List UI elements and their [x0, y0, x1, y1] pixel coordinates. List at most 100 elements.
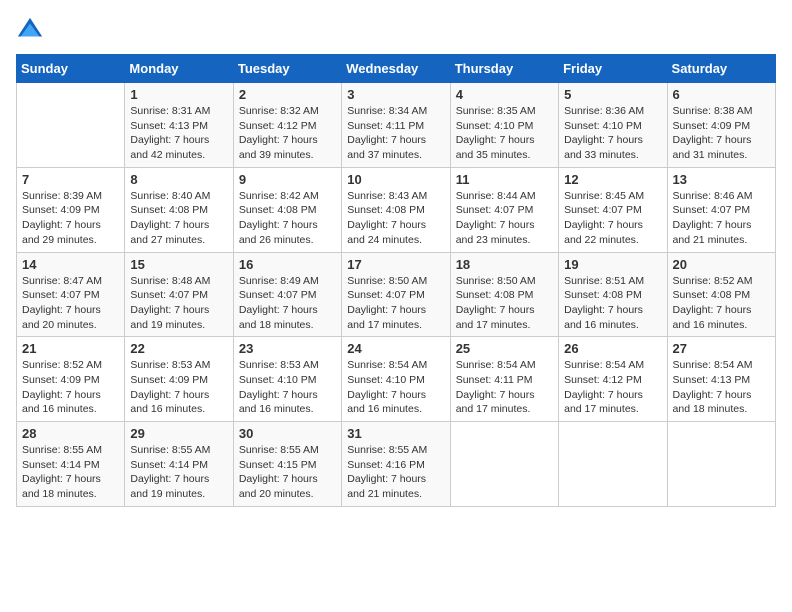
day-info: Sunrise: 8:50 AMSunset: 4:07 PMDaylight:… — [347, 274, 444, 333]
day-number: 7 — [22, 172, 119, 187]
day-info: Sunrise: 8:55 AMSunset: 4:14 PMDaylight:… — [22, 443, 119, 502]
day-info: Sunrise: 8:32 AMSunset: 4:12 PMDaylight:… — [239, 104, 336, 163]
calendar-cell: 12Sunrise: 8:45 AMSunset: 4:07 PMDayligh… — [559, 167, 667, 252]
day-number: 22 — [130, 341, 227, 356]
calendar-week-row: 28Sunrise: 8:55 AMSunset: 4:14 PMDayligh… — [17, 422, 776, 507]
calendar-cell: 11 Sunrise: 8:44 AMSunset: 4:07 PMDayligh… — [450, 167, 558, 252]
day-info: Sunrise: 8:40 AMSunset: 4:08 PMDaylight:… — [130, 189, 227, 248]
calendar-cell — [559, 422, 667, 507]
calendar-cell: 4Sunrise: 8:35 AMSunset: 4:10 PMDaylight… — [450, 83, 558, 168]
day-number: 8 — [130, 172, 227, 187]
calendar-cell: 7 Sunrise: 8:39 AMSunset: 4:09 PMDaylight… — [17, 167, 125, 252]
calendar-cell: 18 Sunrise: 8:50 AMSunset: 4:08 PMDayligh… — [450, 252, 558, 337]
calendar-cell — [667, 422, 775, 507]
calendar-week-row: 7 Sunrise: 8:39 AMSunset: 4:09 PMDaylight… — [17, 167, 776, 252]
day-number: 10 — [347, 172, 444, 187]
day-number: 14 — [22, 257, 119, 272]
day-info: Sunrise: 8:31 AMSunset: 4:13 PMDaylight:… — [130, 104, 227, 163]
day-info: Sunrise: 8:52 AMSunset: 4:08 PMDaylight:… — [673, 274, 770, 333]
day-info: Sunrise: 8:47 AMSunset: 4:07 PMDaylight:… — [22, 274, 119, 333]
calendar-week-row: 21 Sunrise: 8:52 AMSunset: 4:09 PMDayligh… — [17, 337, 776, 422]
calendar-cell: 28Sunrise: 8:55 AMSunset: 4:14 PMDayligh… — [17, 422, 125, 507]
calendar-cell: 13Sunrise: 8:46 AMSunset: 4:07 PMDayligh… — [667, 167, 775, 252]
calendar-cell: 3 Sunrise: 8:34 AMSunset: 4:11 PMDaylight… — [342, 83, 450, 168]
day-number: 25 — [456, 341, 553, 356]
day-info: Sunrise: 8:36 AMSunset: 4:10 PMDaylight:… — [564, 104, 661, 163]
column-header-saturday: Saturday — [667, 55, 775, 83]
day-number: 23 — [239, 341, 336, 356]
day-info: Sunrise: 8:54 AMSunset: 4:10 PMDaylight:… — [347, 358, 444, 417]
day-info: Sunrise: 8:44 AMSunset: 4:07 PMDaylight:… — [456, 189, 553, 248]
calendar-cell: 15 Sunrise: 8:48 AMSunset: 4:07 PMDayligh… — [125, 252, 233, 337]
calendar-table: SundayMondayTuesdayWednesdayThursdayFrid… — [16, 54, 776, 507]
calendar-cell: 2 Sunrise: 8:32 AMSunset: 4:12 PMDaylight… — [233, 83, 341, 168]
calendar-cell: 27Sunrise: 8:54 AMSunset: 4:13 PMDayligh… — [667, 337, 775, 422]
calendar-cell: 9 Sunrise: 8:42 AMSunset: 4:08 PMDaylight… — [233, 167, 341, 252]
day-info: Sunrise: 8:54 AMSunset: 4:11 PMDaylight:… — [456, 358, 553, 417]
day-info: Sunrise: 8:53 AMSunset: 4:10 PMDaylight:… — [239, 358, 336, 417]
day-number: 11 — [456, 172, 553, 187]
calendar-cell: 8 Sunrise: 8:40 AMSunset: 4:08 PMDaylight… — [125, 167, 233, 252]
calendar-header-row: SundayMondayTuesdayWednesdayThursdayFrid… — [17, 55, 776, 83]
day-number: 31 — [347, 426, 444, 441]
column-header-sunday: Sunday — [17, 55, 125, 83]
page-header — [16, 16, 776, 44]
calendar-cell: 1 Sunrise: 8:31 AMSunset: 4:13 PMDaylight… — [125, 83, 233, 168]
calendar-cell: 5Sunrise: 8:36 AMSunset: 4:10 PMDaylight… — [559, 83, 667, 168]
calendar-cell: 17 Sunrise: 8:50 AMSunset: 4:07 PMDayligh… — [342, 252, 450, 337]
day-number: 4 — [456, 87, 553, 102]
day-number: 15 — [130, 257, 227, 272]
day-info: Sunrise: 8:54 AMSunset: 4:13 PMDaylight:… — [673, 358, 770, 417]
logo — [16, 16, 48, 44]
day-number: 9 — [239, 172, 336, 187]
day-info: Sunrise: 8:53 AMSunset: 4:09 PMDaylight:… — [130, 358, 227, 417]
calendar-cell: 16 Sunrise: 8:49 AMSunset: 4:07 PMDayligh… — [233, 252, 341, 337]
day-info: Sunrise: 8:46 AMSunset: 4:07 PMDaylight:… — [673, 189, 770, 248]
day-number: 16 — [239, 257, 336, 272]
calendar-cell: 30Sunrise: 8:55 AMSunset: 4:15 PMDayligh… — [233, 422, 341, 507]
calendar-cell: 29 Sunrise: 8:55 AMSunset: 4:14 PMDayligh… — [125, 422, 233, 507]
day-number: 3 — [347, 87, 444, 102]
day-number: 29 — [130, 426, 227, 441]
calendar-cell: 10 Sunrise: 8:43 AMSunset: 4:08 PMDayligh… — [342, 167, 450, 252]
day-info: Sunrise: 8:34 AMSunset: 4:11 PMDaylight:… — [347, 104, 444, 163]
calendar-cell — [450, 422, 558, 507]
day-info: Sunrise: 8:55 AMSunset: 4:15 PMDaylight:… — [239, 443, 336, 502]
day-number: 19 — [564, 257, 661, 272]
day-number: 6 — [673, 87, 770, 102]
calendar-cell: 31 Sunrise: 8:55 AMSunset: 4:16 PMDayligh… — [342, 422, 450, 507]
column-header-tuesday: Tuesday — [233, 55, 341, 83]
day-info: Sunrise: 8:52 AMSunset: 4:09 PMDaylight:… — [22, 358, 119, 417]
day-info: Sunrise: 8:50 AMSunset: 4:08 PMDaylight:… — [456, 274, 553, 333]
day-number: 1 — [130, 87, 227, 102]
day-number: 24 — [347, 341, 444, 356]
day-info: Sunrise: 8:42 AMSunset: 4:08 PMDaylight:… — [239, 189, 336, 248]
calendar-cell — [17, 83, 125, 168]
day-number: 18 — [456, 257, 553, 272]
calendar-cell: 25 Sunrise: 8:54 AMSunset: 4:11 PMDayligh… — [450, 337, 558, 422]
column-header-monday: Monday — [125, 55, 233, 83]
day-number: 20 — [673, 257, 770, 272]
column-header-friday: Friday — [559, 55, 667, 83]
day-info: Sunrise: 8:51 AMSunset: 4:08 PMDaylight:… — [564, 274, 661, 333]
day-info: Sunrise: 8:49 AMSunset: 4:07 PMDaylight:… — [239, 274, 336, 333]
day-number: 26 — [564, 341, 661, 356]
day-info: Sunrise: 8:39 AMSunset: 4:09 PMDaylight:… — [22, 189, 119, 248]
calendar-cell: 26Sunrise: 8:54 AMSunset: 4:12 PMDayligh… — [559, 337, 667, 422]
day-number: 17 — [347, 257, 444, 272]
day-info: Sunrise: 8:55 AMSunset: 4:16 PMDaylight:… — [347, 443, 444, 502]
day-number: 21 — [22, 341, 119, 356]
calendar-cell: 24 Sunrise: 8:54 AMSunset: 4:10 PMDayligh… — [342, 337, 450, 422]
calendar-week-row: 1 Sunrise: 8:31 AMSunset: 4:13 PMDaylight… — [17, 83, 776, 168]
calendar-cell: 23 Sunrise: 8:53 AMSunset: 4:10 PMDayligh… — [233, 337, 341, 422]
column-header-thursday: Thursday — [450, 55, 558, 83]
calendar-cell: 22 Sunrise: 8:53 AMSunset: 4:09 PMDayligh… — [125, 337, 233, 422]
calendar-cell: 14 Sunrise: 8:47 AMSunset: 4:07 PMDayligh… — [17, 252, 125, 337]
day-info: Sunrise: 8:43 AMSunset: 4:08 PMDaylight:… — [347, 189, 444, 248]
day-number: 12 — [564, 172, 661, 187]
day-number: 2 — [239, 87, 336, 102]
day-info: Sunrise: 8:48 AMSunset: 4:07 PMDaylight:… — [130, 274, 227, 333]
day-info: Sunrise: 8:55 AMSunset: 4:14 PMDaylight:… — [130, 443, 227, 502]
calendar-week-row: 14 Sunrise: 8:47 AMSunset: 4:07 PMDayligh… — [17, 252, 776, 337]
calendar-cell: 19 Sunrise: 8:51 AMSunset: 4:08 PMDayligh… — [559, 252, 667, 337]
